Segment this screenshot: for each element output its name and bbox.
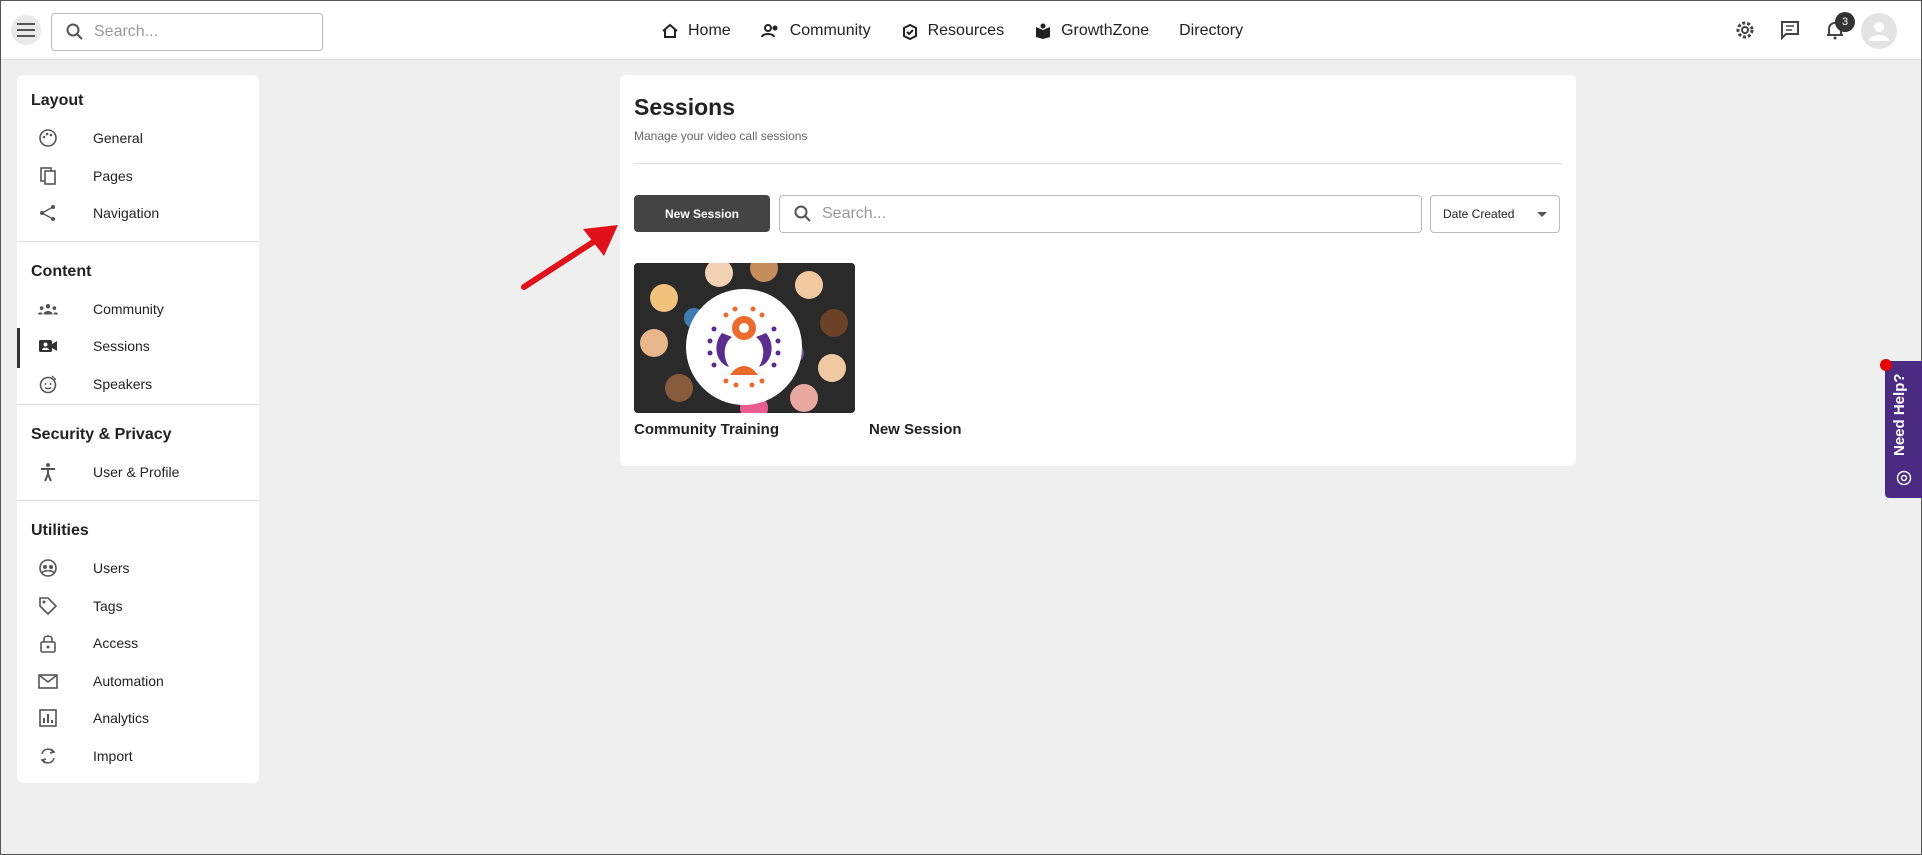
menu-button[interactable] <box>11 15 41 45</box>
search-placeholder: Search... <box>94 23 159 40</box>
sidebar-item-users[interactable]: Users <box>17 552 259 584</box>
pages-icon <box>38 166 58 186</box>
resources-icon <box>902 23 917 40</box>
section-title-utilities: Utilities <box>31 522 89 539</box>
session-card-title[interactable]: Community Training <box>634 421 779 438</box>
chat-icon[interactable] <box>1779 19 1801 41</box>
sidebar-item-import[interactable]: Import <box>17 740 259 772</box>
sidebar-item-sessions[interactable]: Sessions <box>17 328 259 368</box>
gear-icon[interactable] <box>1734 19 1756 41</box>
section-title-security: Security & Privacy <box>31 426 172 443</box>
book-icon <box>1036 23 1051 39</box>
community-logo-image <box>634 263 855 413</box>
session-search-input[interactable]: Search... <box>779 195 1422 233</box>
need-help-tab[interactable]: Need Help? <box>1885 361 1922 498</box>
video-call-icon <box>38 336 58 356</box>
section-title-content: Content <box>31 263 92 280</box>
notification-badge: 3 <box>1835 12 1855 32</box>
search-icon <box>66 23 83 40</box>
sidebar-divider <box>17 500 259 501</box>
sidebar-item-community[interactable]: Community <box>17 293 259 325</box>
top-bar: Search... Home Community Resources Growt… <box>1 1 1921 60</box>
settings-sidebar: Layout General Pages Navigation Content … <box>17 75 259 783</box>
search-placeholder: Search... <box>822 205 887 222</box>
global-search-input[interactable]: Search... <box>51 13 323 51</box>
sessions-panel: Sessions Manage your video call sessions… <box>620 75 1576 466</box>
groups-icon <box>38 299 58 319</box>
sidebar-divider <box>17 241 259 242</box>
home-icon <box>662 23 678 38</box>
annotation-arrow-icon <box>521 225 618 290</box>
sidebar-item-automation[interactable]: Automation <box>17 665 259 697</box>
page-subtitle: Manage your video call sessions <box>634 129 808 143</box>
face-icon <box>38 374 58 394</box>
mail-icon <box>38 671 58 691</box>
sidebar-item-user-profile[interactable]: User & Profile <box>17 456 259 488</box>
help-notification-dot <box>1880 359 1892 371</box>
sidebar-item-navigation[interactable]: Navigation <box>17 197 259 229</box>
nav-growthzone[interactable]: GrowthZone <box>1034 22 1149 40</box>
section-title-layout: Layout <box>31 92 84 109</box>
nav-resources[interactable]: Resources <box>901 22 1004 40</box>
sidebar-item-analytics[interactable]: Analytics <box>17 702 259 734</box>
sort-value: Date Created <box>1443 207 1515 221</box>
nav-community[interactable]: Community <box>760 22 871 40</box>
palette-icon <box>38 128 58 148</box>
hamburger-icon <box>17 23 35 37</box>
sidebar-item-tags[interactable]: Tags <box>17 590 259 622</box>
session-card-thumbnail[interactable] <box>634 263 855 413</box>
user-icon <box>1869 22 1889 41</box>
analytics-icon <box>38 708 58 728</box>
page-title: Sessions <box>634 94 735 120</box>
support-icon <box>1896 470 1912 486</box>
nav-directory[interactable]: Directory <box>1179 22 1243 40</box>
chevron-down-icon <box>1537 212 1547 217</box>
avatar[interactable] <box>1861 13 1897 49</box>
people-icon <box>760 23 778 37</box>
search-icon <box>794 205 811 222</box>
users-icon <box>38 558 58 578</box>
need-help-label: Need Help? <box>1891 373 1908 456</box>
tag-icon <box>38 596 58 616</box>
lock-icon <box>38 633 58 653</box>
accessibility-icon <box>38 462 58 482</box>
new-session-button[interactable]: New Session <box>634 195 770 232</box>
nav-home[interactable]: Home <box>661 22 731 40</box>
sync-icon <box>38 746 58 766</box>
sort-select[interactable]: Date Created <box>1430 195 1560 233</box>
session-card-title[interactable]: New Session <box>869 421 962 438</box>
sidebar-item-general[interactable]: General <box>17 122 259 154</box>
sidebar-item-speakers[interactable]: Speakers <box>17 368 259 400</box>
share-icon <box>38 203 58 223</box>
sidebar-divider <box>17 404 259 405</box>
sidebar-item-access[interactable]: Access <box>17 627 259 659</box>
main-nav: Home Community Resources GrowthZone Dire… <box>661 1 1273 60</box>
panel-divider <box>634 163 1562 164</box>
sidebar-item-pages[interactable]: Pages <box>17 160 259 192</box>
